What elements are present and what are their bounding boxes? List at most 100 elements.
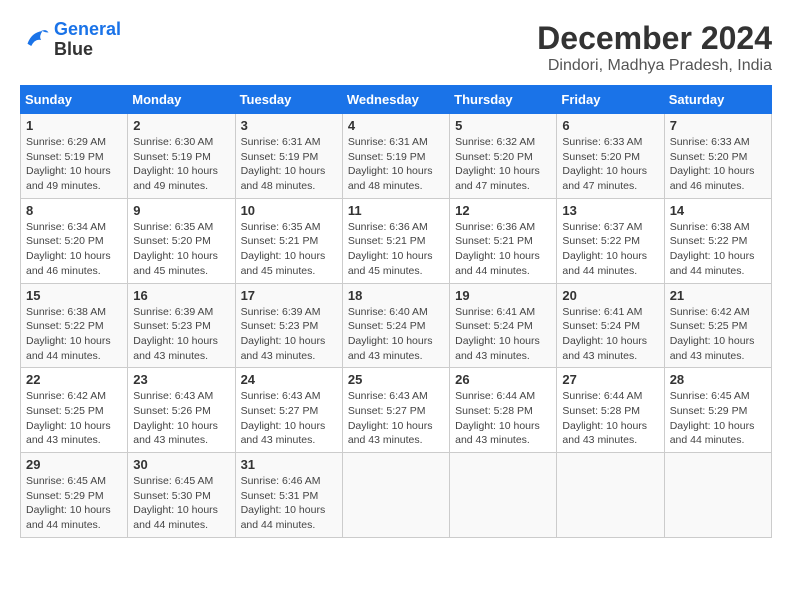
day-number: 20 <box>562 288 658 303</box>
day-info-text: Sunrise: 6:36 AM Sunset: 5:21 PM Dayligh… <box>455 220 551 279</box>
table-row: 19 Sunrise: 6:41 AM Sunset: 5:24 PM Dayli… <box>450 283 557 368</box>
col-monday: Monday <box>128 86 235 114</box>
table-row: 4 Sunrise: 6:31 AM Sunset: 5:19 PM Daylig… <box>342 114 449 199</box>
day-number: 1 <box>26 118 122 133</box>
table-row: 5 Sunrise: 6:32 AM Sunset: 5:20 PM Daylig… <box>450 114 557 199</box>
day-info-text: Sunrise: 6:44 AM Sunset: 5:28 PM Dayligh… <box>455 389 551 448</box>
table-row <box>450 453 557 538</box>
table-row: 28Sunrise: 6:45 AM Sunset: 5:29 PM Dayli… <box>664 368 771 453</box>
col-thursday: Thursday <box>450 86 557 114</box>
table-row: 18Sunrise: 6:40 AM Sunset: 5:24 PM Dayli… <box>342 283 449 368</box>
table-row: 31 Sunrise: 6:46 AM Sunset: 5:31 PM Dayli… <box>235 453 342 538</box>
table-row <box>664 453 771 538</box>
logo: GeneralBlue <box>20 20 121 60</box>
table-row: 6 Sunrise: 6:33 AM Sunset: 5:20 PM Daylig… <box>557 114 664 199</box>
day-info-text: Sunrise: 6:39 AM Sunset: 5:23 PM Dayligh… <box>133 305 229 364</box>
day-number: 30 <box>133 457 229 472</box>
day-number: 29 <box>26 457 122 472</box>
day-number: 11 <box>348 203 444 218</box>
day-info-text: Sunrise: 6:44 AM Sunset: 5:28 PM Dayligh… <box>562 389 658 448</box>
day-number: 27 <box>562 372 658 387</box>
table-row <box>557 453 664 538</box>
table-row: 20 Sunrise: 6:41 AM Sunset: 5:24 PM Dayli… <box>557 283 664 368</box>
calendar-week-row: 1 Sunrise: 6:29 AM Sunset: 5:19 PM Daylig… <box>21 114 772 199</box>
calendar-header-row: Sunday Monday Tuesday Wednesday Thursday… <box>21 86 772 114</box>
table-row: 16Sunrise: 6:39 AM Sunset: 5:23 PM Dayli… <box>128 283 235 368</box>
calendar-table: Sunday Monday Tuesday Wednesday Thursday… <box>20 85 772 538</box>
day-info-text: Sunrise: 6:45 AM Sunset: 5:29 PM Dayligh… <box>26 474 122 533</box>
day-number: 9 <box>133 203 229 218</box>
title-block: December 2024 Dindori, Madhya Pradesh, I… <box>537 20 772 75</box>
day-info-text: Sunrise: 6:46 AM Sunset: 5:31 PM Dayligh… <box>241 474 337 533</box>
col-friday: Friday <box>557 86 664 114</box>
day-info-text: Sunrise: 6:31 AM Sunset: 5:19 PM Dayligh… <box>348 135 444 194</box>
table-row: 30 Sunrise: 6:45 AM Sunset: 5:30 PM Dayli… <box>128 453 235 538</box>
day-number: 19 <box>455 288 551 303</box>
calendar-week-row: 22Sunrise: 6:42 AM Sunset: 5:25 PM Dayli… <box>21 368 772 453</box>
day-info-text: Sunrise: 6:41 AM Sunset: 5:24 PM Dayligh… <box>562 305 658 364</box>
day-number: 3 <box>241 118 337 133</box>
day-info-text: Sunrise: 6:36 AM Sunset: 5:21 PM Dayligh… <box>348 220 444 279</box>
day-number: 5 <box>455 118 551 133</box>
logo-text-block: GeneralBlue <box>54 20 121 60</box>
logo-icon <box>20 25 50 55</box>
day-number: 15 <box>26 288 122 303</box>
day-number: 7 <box>670 118 766 133</box>
day-info-text: Sunrise: 6:37 AM Sunset: 5:22 PM Dayligh… <box>562 220 658 279</box>
calendar-week-row: 15 Sunrise: 6:38 AM Sunset: 5:22 PM Dayli… <box>21 283 772 368</box>
day-info-text: Sunrise: 6:33 AM Sunset: 5:20 PM Dayligh… <box>562 135 658 194</box>
table-row: 12 Sunrise: 6:36 AM Sunset: 5:21 PM Dayli… <box>450 198 557 283</box>
day-info-text: Sunrise: 6:29 AM Sunset: 5:19 PM Dayligh… <box>26 135 122 194</box>
day-number: 4 <box>348 118 444 133</box>
day-info-text: Sunrise: 6:42 AM Sunset: 5:25 PM Dayligh… <box>670 305 766 364</box>
calendar-week-row: 29 Sunrise: 6:45 AM Sunset: 5:29 PM Dayli… <box>21 453 772 538</box>
day-info-text: Sunrise: 6:38 AM Sunset: 5:22 PM Dayligh… <box>26 305 122 364</box>
col-saturday: Saturday <box>664 86 771 114</box>
day-number: 14 <box>670 203 766 218</box>
table-row <box>342 453 449 538</box>
table-row: 9 Sunrise: 6:35 AM Sunset: 5:20 PM Daylig… <box>128 198 235 283</box>
table-row: 22Sunrise: 6:42 AM Sunset: 5:25 PM Dayli… <box>21 368 128 453</box>
day-info-text: Sunrise: 6:34 AM Sunset: 5:20 PM Dayligh… <box>26 220 122 279</box>
day-number: 24 <box>241 372 337 387</box>
day-number: 28 <box>670 372 766 387</box>
day-number: 25 <box>348 372 444 387</box>
col-wednesday: Wednesday <box>342 86 449 114</box>
table-row: 1 Sunrise: 6:29 AM Sunset: 5:19 PM Daylig… <box>21 114 128 199</box>
table-row: 2Sunrise: 6:30 AM Sunset: 5:19 PM Daylig… <box>128 114 235 199</box>
table-row: 27 Sunrise: 6:44 AM Sunset: 5:28 PM Dayli… <box>557 368 664 453</box>
day-number: 6 <box>562 118 658 133</box>
table-row: 26Sunrise: 6:44 AM Sunset: 5:28 PM Dayli… <box>450 368 557 453</box>
table-row: 8 Sunrise: 6:34 AM Sunset: 5:20 PM Daylig… <box>21 198 128 283</box>
day-info-text: Sunrise: 6:40 AM Sunset: 5:24 PM Dayligh… <box>348 305 444 364</box>
day-number: 31 <box>241 457 337 472</box>
day-info-text: Sunrise: 6:43 AM Sunset: 5:27 PM Dayligh… <box>241 389 337 448</box>
month-title: December 2024 <box>537 20 772 57</box>
day-number: 13 <box>562 203 658 218</box>
table-row: 14Sunrise: 6:38 AM Sunset: 5:22 PM Dayli… <box>664 198 771 283</box>
day-number: 17 <box>241 288 337 303</box>
day-info-text: Sunrise: 6:31 AM Sunset: 5:19 PM Dayligh… <box>241 135 337 194</box>
calendar-week-row: 8 Sunrise: 6:34 AM Sunset: 5:20 PM Daylig… <box>21 198 772 283</box>
logo-name: GeneralBlue <box>54 20 121 60</box>
day-info-text: Sunrise: 6:42 AM Sunset: 5:25 PM Dayligh… <box>26 389 122 448</box>
day-number: 8 <box>26 203 122 218</box>
table-row: 15 Sunrise: 6:38 AM Sunset: 5:22 PM Dayli… <box>21 283 128 368</box>
page-container: GeneralBlue December 2024 Dindori, Madhy… <box>20 20 772 538</box>
day-info-text: Sunrise: 6:32 AM Sunset: 5:20 PM Dayligh… <box>455 135 551 194</box>
table-row: 10Sunrise: 6:35 AM Sunset: 5:21 PM Dayli… <box>235 198 342 283</box>
table-row: 29 Sunrise: 6:45 AM Sunset: 5:29 PM Dayli… <box>21 453 128 538</box>
table-row: 25Sunrise: 6:43 AM Sunset: 5:27 PM Dayli… <box>342 368 449 453</box>
table-row: 11 Sunrise: 6:36 AM Sunset: 5:21 PM Dayli… <box>342 198 449 283</box>
day-info-text: Sunrise: 6:45 AM Sunset: 5:30 PM Dayligh… <box>133 474 229 533</box>
day-number: 12 <box>455 203 551 218</box>
day-info-text: Sunrise: 6:41 AM Sunset: 5:24 PM Dayligh… <box>455 305 551 364</box>
table-row: 17 Sunrise: 6:39 AM Sunset: 5:23 PM Dayli… <box>235 283 342 368</box>
day-info-text: Sunrise: 6:35 AM Sunset: 5:21 PM Dayligh… <box>241 220 337 279</box>
location-text: Dindori, Madhya Pradesh, India <box>537 57 772 75</box>
table-row: 13 Sunrise: 6:37 AM Sunset: 5:22 PM Dayli… <box>557 198 664 283</box>
day-number: 2 <box>133 118 229 133</box>
day-info-text: Sunrise: 6:39 AM Sunset: 5:23 PM Dayligh… <box>241 305 337 364</box>
col-sunday: Sunday <box>21 86 128 114</box>
day-info-text: Sunrise: 6:35 AM Sunset: 5:20 PM Dayligh… <box>133 220 229 279</box>
